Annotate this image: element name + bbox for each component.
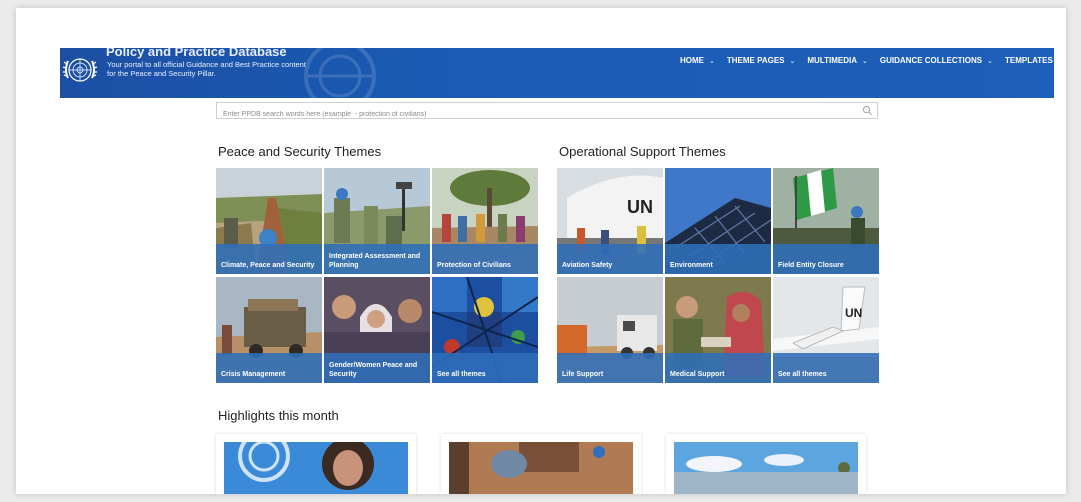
nav-templates[interactable]: TEMPLATES AND M bbox=[999, 56, 1054, 65]
nav-guidance-collections-label: GUIDANCE COLLECTIONS bbox=[879, 56, 983, 65]
tile-caption: Medical Support bbox=[665, 353, 771, 383]
operational-support-heading: Operational Support Themes bbox=[559, 144, 726, 159]
tile-integrated-assessment[interactable]: Integrated Assessment and Planning bbox=[324, 168, 430, 274]
tile-climate-peace-security[interactable]: Climate, Peace and Security bbox=[216, 168, 322, 274]
highlight-card[interactable] bbox=[441, 434, 641, 494]
svg-text:UN: UN bbox=[845, 306, 862, 320]
peace-security-grid: Climate, Peace and Security Integrated A… bbox=[216, 168, 538, 383]
highlights-heading: Highlights this month bbox=[218, 408, 339, 423]
tile-caption: Environment bbox=[665, 244, 771, 274]
site-title[interactable]: Policy and Practice Database bbox=[106, 48, 287, 59]
tile-field-entity-closure[interactable]: Field Entity Closure bbox=[773, 168, 879, 274]
nav-templates-label: TEMPLATES AND M bbox=[1005, 56, 1054, 65]
site-header: Policy and Practice Database Your portal… bbox=[60, 48, 1054, 98]
highlight-card[interactable] bbox=[666, 434, 866, 494]
tile-caption: Gender/Women Peace and Security bbox=[324, 353, 430, 383]
peace-security-heading: Peace and Security Themes bbox=[218, 144, 382, 159]
tile-caption: Protection of Civilians bbox=[432, 244, 538, 274]
nav-guidance-collections[interactable]: GUIDANCE COLLECTIONS ⌄ bbox=[874, 56, 999, 65]
search-bar bbox=[216, 102, 878, 122]
search-icon[interactable] bbox=[862, 105, 873, 116]
tile-protection-of-civilians[interactable]: Protection of Civilians bbox=[432, 168, 538, 274]
highlight-photo bbox=[674, 442, 858, 494]
tile-environment[interactable]: Environment bbox=[665, 168, 771, 274]
tile-medical-support[interactable]: Medical Support bbox=[665, 277, 771, 383]
highlight-photo bbox=[224, 442, 408, 494]
nav-theme-pages[interactable]: THEME PAGES ⌄ bbox=[721, 56, 802, 65]
nav-home[interactable]: HOME ⌄ bbox=[674, 56, 721, 65]
tile-caption: Life Support bbox=[557, 353, 663, 383]
tile-aviation-safety[interactable]: UN Aviation Safety bbox=[557, 168, 663, 274]
highlight-photo bbox=[449, 442, 633, 494]
chevron-down-icon: ⌄ bbox=[789, 57, 796, 65]
tile-gender-women-peace-security[interactable]: Gender/Women Peace and Security bbox=[324, 277, 430, 383]
tile-caption: Integrated Assessment and Planning bbox=[324, 244, 430, 274]
tile-caption: Climate, Peace and Security bbox=[216, 244, 322, 274]
chevron-down-icon: ⌄ bbox=[862, 57, 868, 65]
site-subtitle: Your portal to all official Guidance and… bbox=[107, 60, 306, 78]
tile-crisis-management[interactable]: Crisis Management bbox=[216, 277, 322, 383]
main-nav: HOME ⌄ THEME PAGES ⌄ MULTIMEDIA ⌄ GUIDANCE … bbox=[674, 56, 1054, 65]
chevron-down-icon: ⌄ bbox=[987, 57, 993, 65]
un-emblem-logo[interactable] bbox=[62, 52, 98, 88]
tile-caption: Aviation Safety bbox=[557, 244, 663, 274]
tile-see-all-themes-peace[interactable]: See all themes bbox=[432, 277, 538, 383]
operational-support-grid: UN Aviation Safety Environment Field Ent… bbox=[557, 168, 879, 383]
nav-multimedia-label: MULTIMEDIA bbox=[807, 56, 858, 65]
nav-multimedia[interactable]: MULTIMEDIA ⌄ bbox=[801, 56, 874, 65]
svg-text:UN: UN bbox=[627, 197, 653, 217]
tile-see-all-themes-operational[interactable]: UN See all themes bbox=[773, 277, 879, 383]
nav-theme-pages-label: THEME PAGES bbox=[726, 56, 785, 65]
page: Policy and Practice Database Your portal… bbox=[16, 8, 1066, 494]
tile-caption: Crisis Management bbox=[216, 353, 322, 383]
search-input[interactable] bbox=[217, 107, 853, 122]
tile-caption: Field Entity Closure bbox=[773, 244, 879, 274]
chevron-down-icon: ⌄ bbox=[709, 57, 715, 65]
tile-life-support[interactable]: Life Support bbox=[557, 277, 663, 383]
tile-caption: See all themes bbox=[773, 353, 879, 383]
tile-caption: See all themes bbox=[432, 353, 538, 383]
highlight-card[interactable] bbox=[216, 434, 416, 494]
nav-home-label: HOME bbox=[680, 56, 704, 65]
